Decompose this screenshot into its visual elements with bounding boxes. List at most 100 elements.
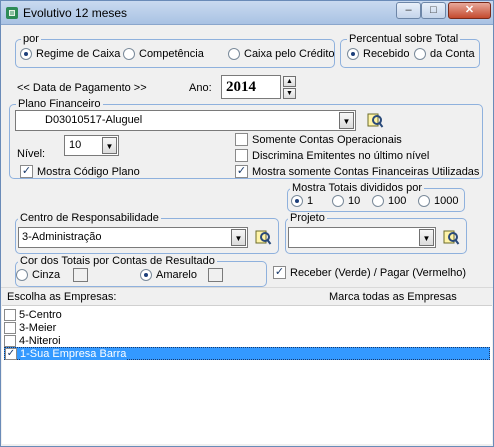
chevron-down-icon[interactable]: ▼ — [102, 137, 117, 154]
radio-label: Recebido — [363, 48, 410, 60]
radio-label: 100 — [388, 195, 407, 207]
radio-regime-caixa[interactable]: Regime de Caixa — [20, 48, 120, 60]
close-button[interactable]: ✕ — [448, 2, 491, 19]
nivel-label: Nível: — [17, 148, 46, 160]
projeto-lookup-icon[interactable] — [442, 228, 460, 246]
radio-label: Amarelo — [156, 269, 197, 281]
radio-dot — [332, 195, 344, 207]
empresas-list[interactable]: 5-Centro 3-Meier 4-Niteroi ✓ 1-Sua Empre… — [2, 305, 492, 444]
dialog-body: por Regime de Caixa Competência Caixa pe… — [1, 25, 493, 446]
arrow-down-icon: ▼ — [286, 90, 293, 97]
radio-label: Regime de Caixa — [36, 48, 121, 60]
window-title: Evolutivo 12 meses — [23, 6, 128, 20]
checkbox-label: Mostra somente Contas Financeiras Utiliz… — [252, 165, 480, 178]
arrow-up-icon: ▲ — [286, 78, 293, 85]
check-icon: ✓ — [235, 165, 248, 178]
separator — [1, 287, 493, 288]
radio-amarelo[interactable]: Amarelo — [140, 269, 197, 281]
centro-legend: Centro de Responsabilidade — [18, 212, 161, 224]
chevron-down-icon[interactable]: ▼ — [231, 229, 246, 246]
somente-operacionais-checkbox[interactable]: Somente Contas Operacionais — [235, 133, 402, 146]
percentual-legend: Percentual sobre Total — [347, 33, 461, 45]
cor-legend: Cor dos Totais por Contas de Resultado — [18, 255, 217, 267]
title-bar: Evolutivo 12 meses – □ ✕ — [1, 1, 493, 25]
checkbox-label: Receber (Verde) / Pagar (Vermelho) — [290, 266, 467, 279]
receber-pagar-checkbox[interactable]: ✓ Receber (Verde) / Pagar (Vermelho) — [273, 266, 466, 279]
radio-label: Caixa pelo Crédito — [244, 48, 335, 60]
radio-totais-100[interactable]: 100 — [372, 195, 406, 207]
radio-recebido[interactable]: Recebido — [347, 48, 409, 60]
check-icon[interactable]: ✓ — [5, 347, 17, 360]
maximize-button[interactable]: □ — [421, 2, 446, 19]
somente-utilizadas-checkbox[interactable]: ✓ Mostra somente Contas Financeiras Util… — [235, 165, 479, 178]
radio-dot — [16, 269, 28, 281]
chevron-down-icon[interactable]: ▼ — [419, 229, 434, 246]
ano-spin-down[interactable]: ▼ — [283, 88, 296, 99]
checkbox-box[interactable] — [4, 308, 16, 321]
minimize-button[interactable]: – — [396, 2, 421, 19]
radio-totais-1[interactable]: 1 — [291, 195, 313, 207]
escolha-empresas-label: Escolha as Empresas: — [7, 291, 117, 303]
por-group: por Regime de Caixa Competência Caixa pe… — [15, 33, 335, 68]
list-item[interactable]: 3-Meier — [4, 321, 490, 334]
cor-totais-group: Cor dos Totais por Contas de Resultado C… — [15, 255, 267, 287]
radio-dot — [414, 48, 426, 60]
totais-group: Mostra Totais divididos por 1 10 100 100… — [287, 182, 465, 212]
check-icon: ✓ — [273, 266, 286, 279]
list-item-label: 4-Niteroi — [19, 334, 61, 347]
percentual-group: Percentual sobre Total Recebido da Conta — [340, 33, 480, 68]
maximize-icon: □ — [430, 4, 437, 16]
check-icon: ✓ — [20, 165, 33, 178]
list-item-label: 3-Meier — [19, 321, 57, 334]
checkbox-label: Discrimina Emitentes no último nível — [252, 149, 430, 162]
radio-label: 10 — [348, 195, 361, 207]
list-item[interactable]: 5-Centro — [4, 308, 490, 321]
ano-spin-up[interactable]: ▲ — [283, 76, 296, 87]
nivel-select-value: 10 — [69, 139, 82, 151]
centro-group: Centro de Responsabilidade 3-Administraç… — [15, 212, 279, 254]
app-window: Evolutivo 12 meses – □ ✕ por Regime de C… — [0, 0, 494, 447]
radio-label: da Conta — [430, 48, 475, 60]
discrimina-emitentes-checkbox[interactable]: Discrimina Emitentes no último nível — [235, 149, 429, 162]
radio-label: 1000 — [434, 195, 459, 207]
radio-label: 1 — [307, 195, 314, 207]
ano-label: Ano: — [189, 82, 212, 94]
radio-label: Competência — [139, 48, 204, 60]
list-item[interactable]: ✓ 1-Sua Empresa Barra — [4, 347, 490, 360]
radio-competencia[interactable]: Competência — [123, 48, 204, 60]
radio-label: Cinza — [32, 269, 61, 281]
checkbox-box — [235, 133, 248, 146]
list-item-label: 1-Sua Empresa Barra — [20, 347, 127, 360]
plano-select-value: D03010517-Aluguel — [45, 114, 143, 126]
radio-totais-1000[interactable]: 1000 — [418, 195, 458, 207]
plano-lookup-icon[interactable] — [366, 111, 384, 129]
cinza-color-swatch[interactable] — [73, 268, 88, 282]
radio-da-conta[interactable]: da Conta — [414, 48, 475, 60]
marca-todas-link[interactable]: Marca todas as Empresas — [329, 291, 457, 303]
radio-dot — [418, 195, 430, 207]
centro-select[interactable]: 3-Administração ▼ — [18, 227, 248, 248]
list-item[interactable]: 4-Niteroi — [4, 334, 490, 347]
radio-caixa-credito[interactable]: Caixa pelo Crédito — [228, 48, 335, 60]
plano-select[interactable]: D03010517-Aluguel ▼ — [15, 110, 356, 131]
radio-totais-10[interactable]: 10 — [332, 195, 360, 207]
projeto-select[interactable]: ▼ — [288, 227, 436, 248]
radio-cinza[interactable]: Cinza — [16, 269, 60, 281]
close-icon: ✕ — [464, 4, 475, 16]
centro-lookup-icon[interactable] — [254, 228, 272, 246]
data-pagamento-label[interactable]: << Data de Pagamento >> — [17, 82, 147, 94]
ano-input[interactable]: 2014 — [221, 75, 281, 99]
amarelo-color-swatch[interactable] — [208, 268, 223, 282]
mostra-codigo-checkbox[interactable]: ✓ Mostra Código Plano — [20, 165, 140, 178]
radio-dot — [372, 195, 384, 207]
checkbox-box[interactable] — [4, 334, 16, 347]
projeto-group: Projeto ▼ — [285, 212, 467, 254]
chevron-down-icon[interactable]: ▼ — [339, 112, 354, 129]
app-icon — [6, 7, 18, 19]
nivel-select[interactable]: 10 ▼ — [64, 135, 119, 156]
checkbox-box[interactable] — [4, 321, 16, 334]
radio-dot — [291, 195, 303, 207]
centro-select-value: 3-Administração — [22, 231, 102, 243]
radio-dot — [140, 269, 152, 281]
radio-dot — [20, 48, 32, 60]
